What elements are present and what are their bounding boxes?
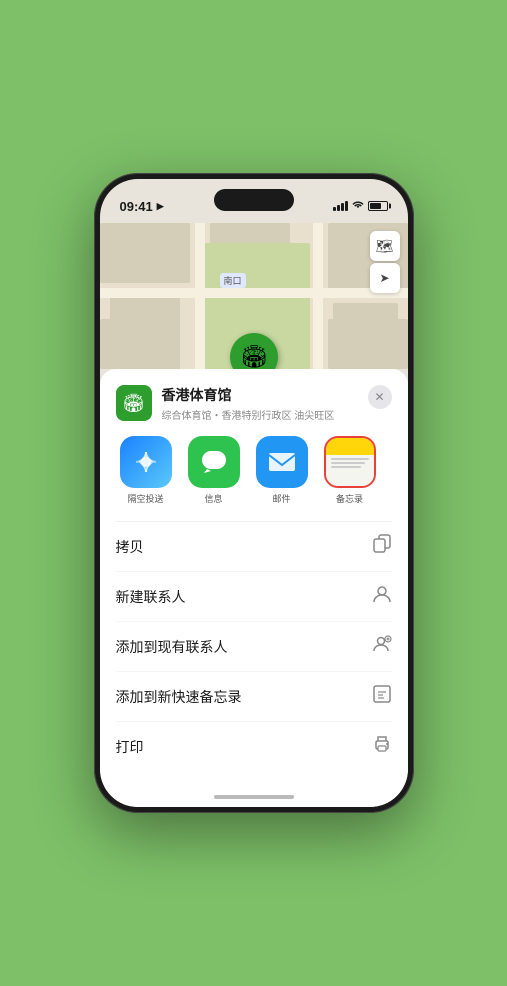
add-notes-icon [372, 684, 392, 709]
signal-bar-3 [341, 203, 344, 211]
map-road-v [313, 223, 323, 369]
battery-fill [370, 203, 381, 209]
status-icons [333, 200, 388, 213]
wifi-icon [352, 200, 364, 213]
map-road-h [100, 288, 408, 298]
home-bar [214, 795, 294, 799]
new-contact-label: 新建联系人 [116, 587, 186, 607]
phone-frame: 09:41 ▶ [94, 173, 414, 813]
notes-icon-top [326, 438, 374, 455]
share-action-messages[interactable]: 信息 [184, 436, 244, 505]
share-action-airdrop[interactable]: 隔空投送 [116, 436, 176, 505]
airdrop-icon [120, 436, 172, 488]
share-action-more[interactable]: 推 [388, 436, 392, 505]
map-block [328, 319, 408, 369]
close-button[interactable]: ✕ [368, 385, 392, 409]
copy-icon [372, 534, 392, 559]
close-icon: ✕ [374, 390, 384, 404]
map-area[interactable]: 南口 🏟 香港体育馆 🗺 ➤ [100, 223, 408, 369]
copy-label: 拷贝 [116, 537, 144, 557]
phone-screen: 09:41 ▶ [100, 179, 408, 807]
bottom-sheet: 🏟 香港体育馆 综合体育馆・香港特别行政区 油尖旺区 ✕ [100, 369, 408, 787]
status-time: 09:41 ▶ [120, 199, 164, 214]
signal-bars-icon [333, 201, 348, 211]
action-item-print[interactable]: 打印 [116, 722, 392, 771]
print-icon [372, 734, 392, 759]
add-existing-label: 添加到现有联系人 [116, 637, 228, 657]
location-arrow-icon: ▶ [157, 201, 164, 212]
messages-label: 信息 [204, 492, 222, 505]
mail-label: 邮件 [272, 492, 290, 505]
share-action-mail[interactable]: 邮件 [252, 436, 312, 505]
action-list: 拷贝 新建联系人 [116, 521, 392, 771]
notes-line-1 [331, 458, 369, 460]
action-item-new-contact[interactable]: 新建联系人 [116, 572, 392, 622]
location-description: 综合体育馆・香港特别行政区 油尖旺区 [162, 407, 358, 422]
airdrop-label: 隔空投送 [127, 492, 163, 505]
map-block [100, 223, 190, 283]
map-controls: 🗺 ➤ [370, 231, 400, 293]
share-actions-row: 隔空投送 信息 [116, 436, 392, 507]
map-background: 南口 🏟 香港体育馆 🗺 ➤ [100, 223, 408, 369]
action-item-copy[interactable]: 拷贝 [116, 522, 392, 572]
compass-icon: ➤ [379, 271, 389, 285]
add-existing-icon [372, 634, 392, 659]
new-contact-icon [372, 584, 392, 609]
notes-icon-container [324, 436, 376, 488]
add-notes-label: 添加到新快速备忘录 [116, 687, 242, 707]
location-button[interactable]: ➤ [370, 263, 400, 293]
notes-label: 备忘录 [336, 492, 363, 505]
time-display: 09:41 [120, 199, 153, 214]
map-road-v [195, 223, 205, 369]
dynamic-island [214, 189, 294, 211]
notes-line-2 [331, 462, 365, 464]
signal-bar-4 [345, 201, 348, 211]
share-action-notes[interactable]: 备忘录 [320, 436, 380, 505]
action-item-add-notes[interactable]: 添加到新快速备忘录 [116, 672, 392, 722]
home-indicator [100, 787, 408, 807]
notes-icon-body [326, 455, 374, 486]
pin-emoji: 🏟 [240, 344, 268, 369]
location-name: 香港体育馆 [162, 385, 358, 405]
print-label: 打印 [116, 737, 144, 757]
map-type-button[interactable]: 🗺 [370, 231, 400, 261]
location-info: 香港体育馆 综合体育馆・香港特别行政区 油尖旺区 [162, 385, 358, 422]
messages-icon [188, 436, 240, 488]
map-type-icon: 🗺 [376, 238, 394, 255]
signal-bar-1 [333, 207, 336, 211]
battery-icon [368, 201, 388, 211]
venue-icon: 🏟 [116, 385, 152, 421]
stadium-pin: 🏟 香港体育馆 [230, 333, 278, 369]
action-item-add-existing[interactable]: 添加到现有联系人 [116, 622, 392, 672]
notes-line-3 [331, 466, 361, 468]
map-label-south-entrance: 南口 [220, 273, 246, 288]
location-header: 🏟 香港体育馆 综合体育馆・香港特别行政区 油尖旺区 ✕ [116, 385, 392, 422]
signal-bar-2 [337, 205, 340, 211]
map-block [100, 319, 180, 369]
mail-icon [256, 436, 308, 488]
